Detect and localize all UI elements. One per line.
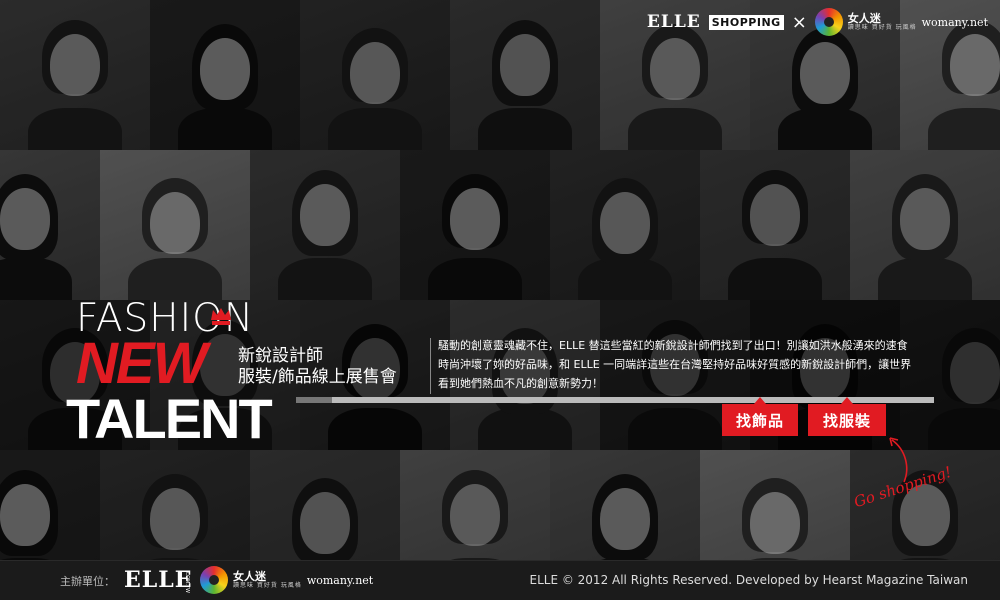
footer: 主辦單位： ELLE .COM.TW 女人迷 讀思味 買好貨 玩風格 woman… (0, 560, 1000, 600)
footer-womany-logo[interactable]: 女人迷 讀思味 買好貨 玩風格 womany.net (200, 566, 373, 594)
womany-slogan: 讀思味 買好貨 玩風格 (233, 581, 302, 589)
photo-tile (550, 150, 700, 300)
photo-tile (700, 150, 850, 300)
photo-tile (400, 150, 550, 300)
photo-tile (150, 0, 300, 150)
find-clothing-button[interactable]: 找服裝 (808, 397, 886, 436)
times-icon: × (791, 11, 807, 33)
subtitle-line-1: 新銳設計師 (238, 346, 323, 366)
photo-tile (0, 150, 100, 300)
womany-name: 女人迷 (233, 569, 266, 583)
horizontal-bar (296, 397, 934, 403)
womany-text: 女人迷 讀思味 買好貨 玩風格 (233, 569, 302, 590)
crown-icon (211, 308, 231, 325)
header-logos: ELLE SHOPPING × 女人迷 讀思味 買好貨 玩風格 womany.n… (647, 4, 988, 40)
footer-elle-logo[interactable]: ELLE (124, 567, 192, 593)
subtitle-line-2: 服裝/飾品線上展售會 (238, 367, 397, 387)
womany-slogan: 讀思味 買好貨 玩風格 (847, 23, 917, 31)
womany-flower-icon (200, 566, 228, 594)
womany-domain: womany.net (921, 15, 988, 29)
find-accessories-button[interactable]: 找飾品 (722, 397, 798, 436)
womany-text: 女人迷 讀思味 買好貨 玩風格 (847, 11, 917, 32)
photo-tile (850, 150, 1000, 300)
footer-elle-suffix: .COM.TW (184, 570, 190, 593)
subtitle: 新銳設計師 服裝/飾品線上展售會 (238, 346, 428, 388)
copyright-text: ELLE © 2012 All Rights Reserved. Develop… (529, 573, 969, 587)
vertical-divider (430, 338, 431, 394)
bar-segment (296, 397, 332, 403)
photo-tile (300, 0, 450, 150)
host-label: 主辦單位： (60, 575, 115, 588)
womany-logo[interactable]: 女人迷 讀思味 買好貨 玩風格 womany.net (814, 8, 988, 36)
shopping-label: SHOPPING (708, 14, 784, 30)
womany-name: 女人迷 (847, 11, 881, 25)
photo-tile (100, 150, 250, 300)
photo-tile (250, 150, 400, 300)
womany-domain: womany.net (306, 573, 374, 587)
photo-tile (450, 0, 600, 150)
elle-logo[interactable]: ELLE (647, 12, 701, 32)
title-talent: TALENT (66, 387, 273, 450)
photo-tile (0, 0, 150, 150)
description-text: 騷動的創意靈魂藏不住，ELLE 替這些當紅的新銳設計師們找到了出口！別讓如洪水般… (438, 339, 912, 390)
womany-flower-icon (814, 8, 843, 36)
photo-grid-background (0, 0, 1000, 600)
